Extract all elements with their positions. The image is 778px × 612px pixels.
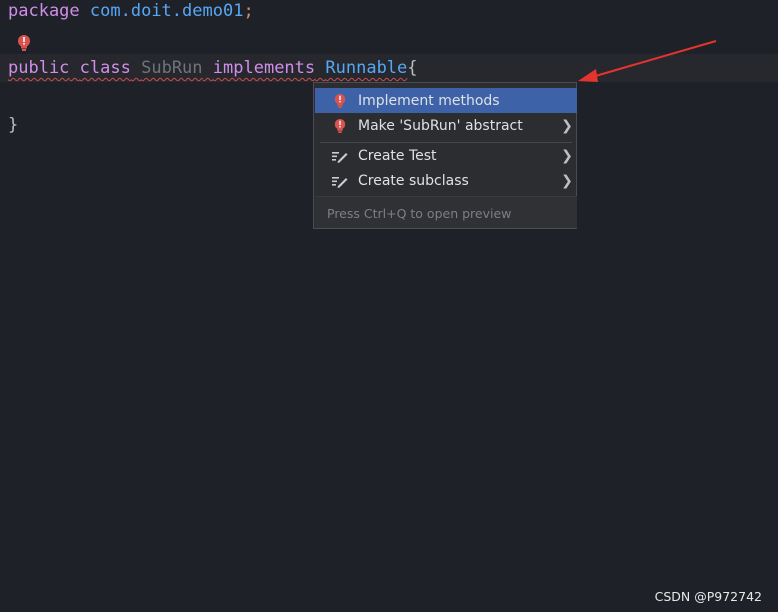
watermark: CSDN @P972742	[654, 589, 762, 604]
keyword-package: package	[8, 1, 80, 21]
keyword-public: public	[8, 58, 70, 78]
code-line-close-brace: }	[8, 112, 18, 138]
edit-pencil-icon	[331, 147, 349, 165]
error-bulb-icon[interactable]	[16, 34, 32, 52]
code-line-class-declaration: public class SubRun implements Runnable{	[8, 55, 418, 81]
semicolon: ;	[243, 1, 254, 21]
code-line-package: package com.doit.demo01;	[8, 0, 254, 24]
keyword-class: class	[79, 58, 131, 78]
intention-actions-popup: Implement methods Make 'SubRun' abstract…	[313, 82, 577, 229]
interface-name: Runnable	[325, 58, 408, 78]
keyword-implements: implements	[212, 58, 316, 78]
menu-item-label: Implement methods	[358, 92, 500, 109]
menu-item-create-subclass[interactable]: Create subclass ❯	[315, 168, 577, 193]
preview-hint: Press Ctrl+Q to open preview	[327, 206, 512, 221]
open-brace: {	[407, 58, 418, 78]
menu-item-label: Create subclass	[358, 172, 469, 189]
class-name: SubRun	[141, 58, 203, 78]
chevron-right-icon: ❯	[561, 172, 573, 189]
close-brace: }	[8, 115, 19, 135]
error-bulb-icon	[331, 117, 349, 135]
chevron-right-icon: ❯	[561, 147, 573, 164]
menu-item-implement-methods[interactable]: Implement methods	[315, 88, 577, 113]
chevron-right-icon: ❯	[561, 117, 573, 134]
package-name: com.doit.demo01	[89, 1, 244, 21]
menu-item-label: Make 'SubRun' abstract	[358, 117, 523, 134]
menu-item-create-test[interactable]: Create Test ❯	[315, 143, 577, 168]
error-bulb-icon	[331, 92, 349, 110]
menu-item-make-abstract[interactable]: Make 'SubRun' abstract ❯	[315, 113, 577, 138]
menu-item-label: Create Test	[358, 147, 437, 164]
edit-pencil-icon	[331, 172, 349, 190]
